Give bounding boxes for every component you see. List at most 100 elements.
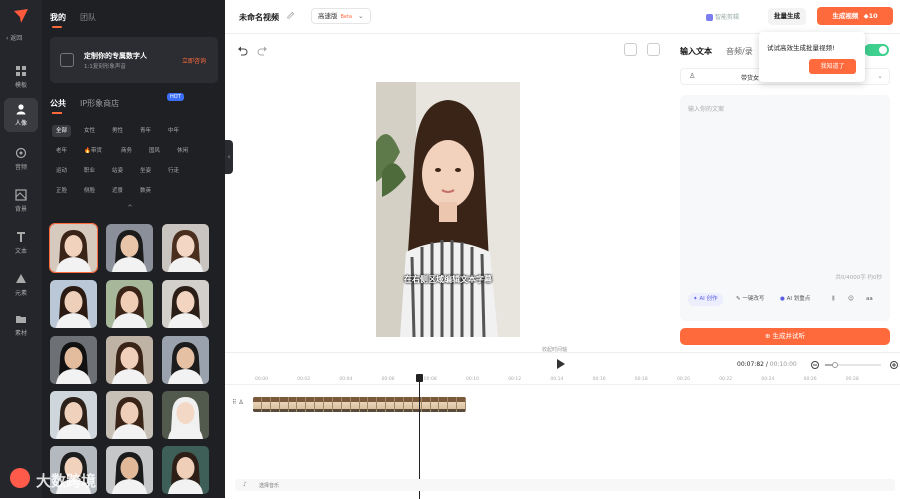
rail-item-person[interactable]: 人像 — [4, 98, 38, 132]
top-bar: 未命名视频 高速版 Beta ⌄ 智能剪辑 批量生成 生成视频 ◆10 — [225, 0, 900, 34]
folder-icon — [16, 316, 26, 323]
category-chip[interactable]: 国风 — [145, 145, 164, 157]
avatar-thumbnail[interactable] — [106, 280, 153, 328]
avatar-thumbnail[interactable] — [106, 224, 153, 272]
avatar-thumbnail[interactable] — [50, 336, 97, 384]
music-track[interactable]: ♪ 选择音乐 — [235, 479, 895, 491]
category-chip[interactable]: 侧脸 — [80, 185, 99, 197]
category-chip[interactable]: 老年 — [52, 145, 71, 157]
avatar-thumbnail[interactable] — [106, 391, 153, 439]
edit-pencil-icon[interactable] — [286, 11, 295, 20]
tab-ip-store[interactable]: IP形象商店 — [80, 98, 119, 109]
generate-video-button[interactable]: 生成视频 ◆10 — [817, 7, 893, 25]
custom-avatar-promo[interactable]: 定制你的专属数字人 1:1复刻形象声音 立即咨询 — [50, 37, 218, 83]
avatar-thumbnail[interactable] — [106, 446, 153, 494]
batch-generate-button[interactable]: 批量生成 — [768, 8, 806, 25]
category-chip[interactable]: 男性 — [108, 125, 127, 137]
category-chip[interactable]: 运动 — [52, 165, 71, 177]
zoom-slider[interactable] — [811, 359, 899, 371]
category-chip[interactable]: 站姿 — [108, 165, 127, 177]
clip-frame — [315, 397, 324, 412]
category-chip[interactable]: 职业 — [80, 165, 99, 177]
play-icon[interactable] — [557, 359, 565, 369]
batch-tooltip: 试试高效生成批量视频! 我知道了 — [759, 32, 865, 82]
video-preview[interactable]: 在右侧区域编辑文本字幕 — [376, 82, 520, 337]
ai-highlight-button[interactable]: ● AI 划重点 — [780, 293, 810, 306]
category-chip[interactable]: 数英 — [136, 185, 155, 197]
panel-collapse-handle[interactable]: ‹ — [225, 140, 233, 174]
element-icon — [16, 274, 26, 283]
font-size-icon[interactable]: aa — [866, 293, 873, 306]
app-logo-icon[interactable] — [13, 8, 29, 24]
timeline: 收起时间轴 00:07:82 / 00:10:00 00:00 00:02 00:0… — [225, 347, 900, 499]
synthesize-preview-button[interactable]: ⊕ 生成并试听 — [680, 328, 890, 345]
tab-mine[interactable]: 我的 — [50, 12, 66, 28]
avatar-thumbnail[interactable] — [162, 336, 209, 384]
avatar-thumbnail[interactable] — [50, 391, 97, 439]
ruler-tick-label: 00:06 — [381, 377, 395, 382]
collapse-categories-button[interactable]: ^ — [127, 204, 133, 212]
tab-audio[interactable]: 音频/录 — [726, 46, 753, 57]
rail-item-template[interactable]: 模板 — [4, 60, 38, 94]
tab-public[interactable]: 公共 — [50, 98, 66, 114]
ruler-tick-label: 00:02 — [297, 377, 311, 382]
rail-item-material[interactable]: 素材 — [4, 308, 38, 342]
project-title[interactable]: 未命名视频 — [239, 12, 279, 23]
avatar-thumbnail[interactable] — [162, 446, 209, 494]
emoji-icon[interactable]: ☺ — [848, 293, 854, 306]
avatar-track-clip[interactable] — [253, 397, 466, 412]
redo-icon[interactable] — [257, 45, 268, 56]
tab-input-text[interactable]: 输入文本 — [680, 46, 712, 57]
smart-edit-button[interactable]: 智能剪辑 — [706, 12, 739, 21]
ruler-tick-label: 00:26 — [803, 377, 817, 382]
category-chip[interactable]: 行走 — [164, 165, 183, 177]
subtitle-toggle-icon[interactable] — [624, 43, 637, 56]
back-link[interactable]: ‹ 返回 — [6, 33, 22, 42]
subtitle-toggle[interactable] — [864, 44, 889, 56]
rail-label: 背景 — [14, 206, 27, 213]
avatar-thumbnail[interactable] — [50, 280, 97, 328]
avatar-thumbnail[interactable] — [49, 223, 98, 273]
rail-item-audio[interactable]: 音频 — [4, 142, 38, 176]
rail-item-background[interactable]: 背景 — [4, 184, 38, 218]
voice-person-icon: ♙ — [689, 72, 696, 80]
undo-icon[interactable] — [237, 45, 248, 56]
avatar-thumbnail[interactable] — [162, 280, 209, 328]
left-rail: ‹ 返回 模板 人像 音频 背景 文本 元素 素材 — [0, 0, 42, 498]
rail-item-element[interactable]: 元素 — [4, 268, 38, 302]
avatar-thumbnail[interactable] — [162, 224, 209, 272]
ruler-tick-label: 00:22 — [719, 377, 733, 382]
category-chip[interactable]: 坐姿 — [136, 165, 155, 177]
avatar-thumbnail[interactable] — [162, 391, 209, 439]
time-ruler[interactable]: 00:00 00:02 00:04 00:06 00:08 00:10 00:12 00:14… — [225, 375, 900, 385]
rail-item-text[interactable]: 文本 — [4, 226, 38, 260]
clip-frame — [395, 397, 404, 412]
pause-icon[interactable]: ⫼ — [832, 293, 835, 306]
category-chip[interactable]: 全部 — [52, 125, 72, 137]
script-textarea[interactable]: 输入你的文案 共0/4000字 约0秒 ✦ AI 创作 ✎ 一键改写 ● AI … — [680, 95, 890, 321]
consult-button[interactable]: 立即咨询 — [182, 56, 206, 65]
collapse-timeline-button[interactable]: 收起时间轴 — [542, 346, 567, 353]
category-chip[interactable]: 青年 — [136, 125, 155, 137]
rewrite-button[interactable]: ✎ 一键改写 — [736, 293, 764, 306]
tab-team[interactable]: 团队 — [80, 12, 96, 23]
category-chip[interactable]: 正脸 — [52, 185, 71, 197]
video-subtitle[interactable]: 在右侧区域编辑文本字幕 — [376, 274, 520, 285]
audio-icon — [15, 147, 27, 159]
category-chip[interactable]: 商务 — [117, 145, 136, 157]
layout-icon[interactable] — [647, 43, 660, 56]
category-chip[interactable]: 近景 — [108, 185, 127, 197]
clip-frame — [350, 397, 360, 412]
category-chip[interactable]: 中年 — [164, 125, 183, 137]
hot-badge: HOT — [167, 93, 184, 101]
version-select[interactable]: 高速版 Beta ⌄ — [311, 8, 371, 24]
synth-label: 生成并试听 — [772, 332, 806, 340]
category-chip[interactable]: 🔥带货 — [80, 145, 106, 157]
category-chip[interactable]: 女性 — [80, 125, 99, 137]
got-it-button[interactable]: 我知道了 — [809, 59, 856, 74]
voice-name: 带货女 — [741, 75, 760, 82]
avatar-thumbnail[interactable] — [106, 336, 153, 384]
category-chip[interactable]: 休闲 — [173, 145, 192, 157]
smart-edit-label: 智能剪辑 — [715, 14, 740, 21]
ai-create-button[interactable]: ✦ AI 创作 — [688, 293, 723, 306]
